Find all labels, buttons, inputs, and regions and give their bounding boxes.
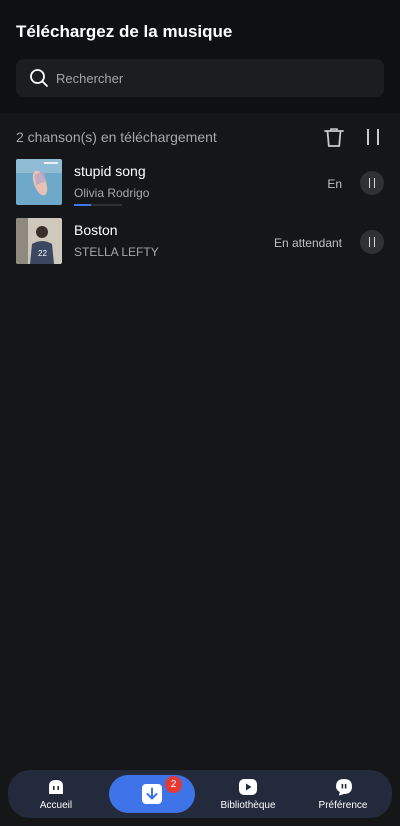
trash-icon[interactable] [323,126,345,148]
artist-name: Olivia Rodrigo [74,186,150,200]
search-icon [30,69,48,87]
pause-all-icon[interactable] [363,126,383,148]
home-icon [49,780,63,794]
header: Téléchargez de la musique [0,0,400,113]
svg-text:22: 22 [38,249,47,258]
nav-item-library[interactable]: Bibliothèque [213,770,283,818]
download-icon [142,784,162,804]
pause-button[interactable] [360,171,384,195]
album-cover-art [16,159,62,205]
search-input[interactable] [56,59,376,97]
library-icon [239,779,257,795]
song-title: stupid song [74,163,146,179]
pause-icon [368,237,371,247]
list-item[interactable]: 22 Boston STELLA LEFTY En attendant [0,218,400,274]
pause-button[interactable] [360,230,384,254]
nav-item-preference[interactable]: Préférence [308,770,378,818]
download-count-text: 2 chanson(s) en téléchargement [16,129,217,145]
progress-fill [74,204,91,206]
album-cover [16,159,62,205]
search-bar[interactable] [16,59,384,97]
preference-icon [336,779,352,796]
album-cover: 22 [16,218,62,264]
list-item[interactable]: stupid song Olivia Rodrigo En [0,159,400,215]
nav-item-home[interactable]: Accueil [28,770,84,818]
artist-name: STELLA LEFTY [74,245,159,259]
nav-label-preference: Préférence [318,800,368,811]
page-title: Téléchargez de la musique [16,22,233,41]
download-progress [74,204,122,206]
pause-icon [368,178,371,188]
album-cover-art: 22 [16,218,62,264]
download-status: En attendant [273,236,342,250]
nav-label-home: Accueil [39,800,73,811]
bottom-nav: Accueil 2 Bibliothèque Préférence [8,770,392,818]
song-title: Boston [74,222,118,238]
nav-label-library: Bibliothèque [220,800,276,811]
download-status: En [327,177,342,191]
download-count-badge: 2 [165,776,182,793]
nav-item-downloads[interactable] [109,770,195,818]
